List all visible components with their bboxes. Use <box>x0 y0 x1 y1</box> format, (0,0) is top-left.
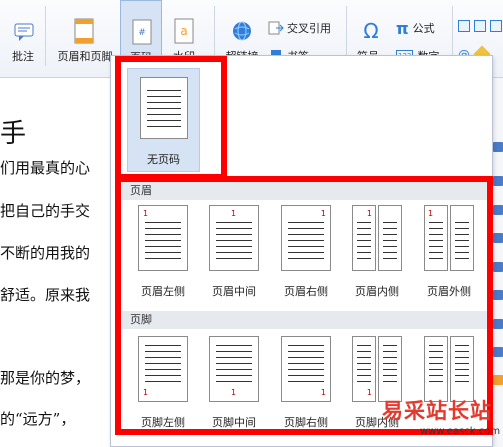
panel-icon[interactable] <box>493 319 503 329</box>
document-line: 那是你的梦， <box>0 369 91 387</box>
annotate-label: 批注 <box>12 50 34 63</box>
svg-text:#: # <box>138 28 146 38</box>
insert-field-icon[interactable] <box>490 20 502 32</box>
document-line: 把自己的手交 <box>0 202 91 220</box>
panel-icon[interactable] <box>493 375 503 385</box>
cross-reference-icon <box>268 21 284 35</box>
omega-icon: Ω <box>363 19 378 42</box>
pi-icon: π <box>396 18 409 38</box>
formula-button[interactable]: π 公式 <box>396 18 435 38</box>
separator <box>45 6 46 66</box>
annotate-button[interactable]: 批注 <box>2 0 44 70</box>
globe-link-icon <box>233 21 251 41</box>
highlight-box-no-page-number <box>115 56 227 180</box>
document-line: 不断的用我的 <box>0 244 91 262</box>
comment-icon <box>14 23 34 41</box>
site-watermark: 易采站长站 www.easck.com <box>382 395 503 447</box>
watermark-text: 易采站长站 <box>382 398 492 423</box>
header-footer-button[interactable]: 页眉和页脚 <box>52 0 118 70</box>
panel-icon[interactable] <box>493 205 503 215</box>
insert-object-icon[interactable] <box>474 20 486 32</box>
panel-icon[interactable] <box>493 142 503 152</box>
header-footer-label: 页眉和页脚 <box>57 50 113 63</box>
panel-icon[interactable] <box>493 176 503 186</box>
panel-icon[interactable] <box>493 347 503 357</box>
panel-icon[interactable] <box>493 290 503 300</box>
watermark-icon: a <box>174 18 194 44</box>
document-line: 舒适。原来我 <box>0 286 91 304</box>
page-number-icon: # <box>132 19 152 45</box>
cross-reference-label: 交叉引用 <box>287 22 331 35</box>
cross-reference-button[interactable]: 交叉引用 <box>268 19 331 37</box>
textbox-icon[interactable] <box>458 20 470 32</box>
document-line: 的“远方”， <box>0 410 76 428</box>
document-title: 手 <box>0 119 27 149</box>
svg-text:Ω: Ω <box>363 19 378 42</box>
header-footer-icon <box>74 18 94 44</box>
watermark-url: www.easck.com <box>420 426 501 437</box>
panel-icon[interactable] <box>493 233 503 243</box>
panel-icon[interactable] <box>493 262 503 272</box>
document-line: 们用最真的心 <box>0 159 91 177</box>
formula-label: 公式 <box>412 22 435 35</box>
svg-text:a: a <box>180 24 187 38</box>
